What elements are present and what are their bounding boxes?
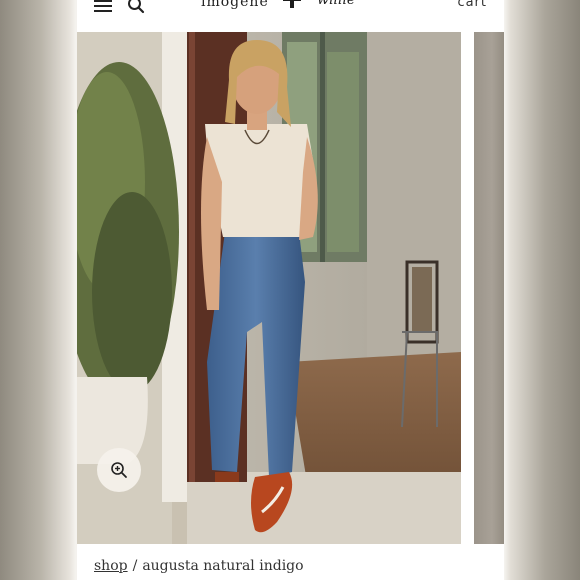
zoom-in-icon [111, 462, 127, 478]
search-icon[interactable] [127, 0, 145, 14]
breadcrumb: shop / augusta natural indigo [94, 558, 304, 574]
zoom-button[interactable] [97, 448, 141, 492]
breadcrumb-separator: / [132, 558, 138, 574]
next-product-photo[interactable] [474, 32, 504, 544]
logo-text-left: imogene [201, 0, 269, 10]
plus-icon [283, 0, 301, 8]
product-page: imogene willie cart shop / augusta natur… [77, 0, 504, 580]
menu-icon[interactable] [94, 0, 114, 12]
logo-text-right: willie [317, 0, 356, 8]
site-header: imogene willie cart [77, 0, 504, 30]
cart-link[interactable]: cart [457, 0, 487, 10]
breadcrumb-current: augusta natural indigo [142, 558, 304, 574]
breadcrumb-shop-link[interactable]: shop [94, 558, 128, 574]
